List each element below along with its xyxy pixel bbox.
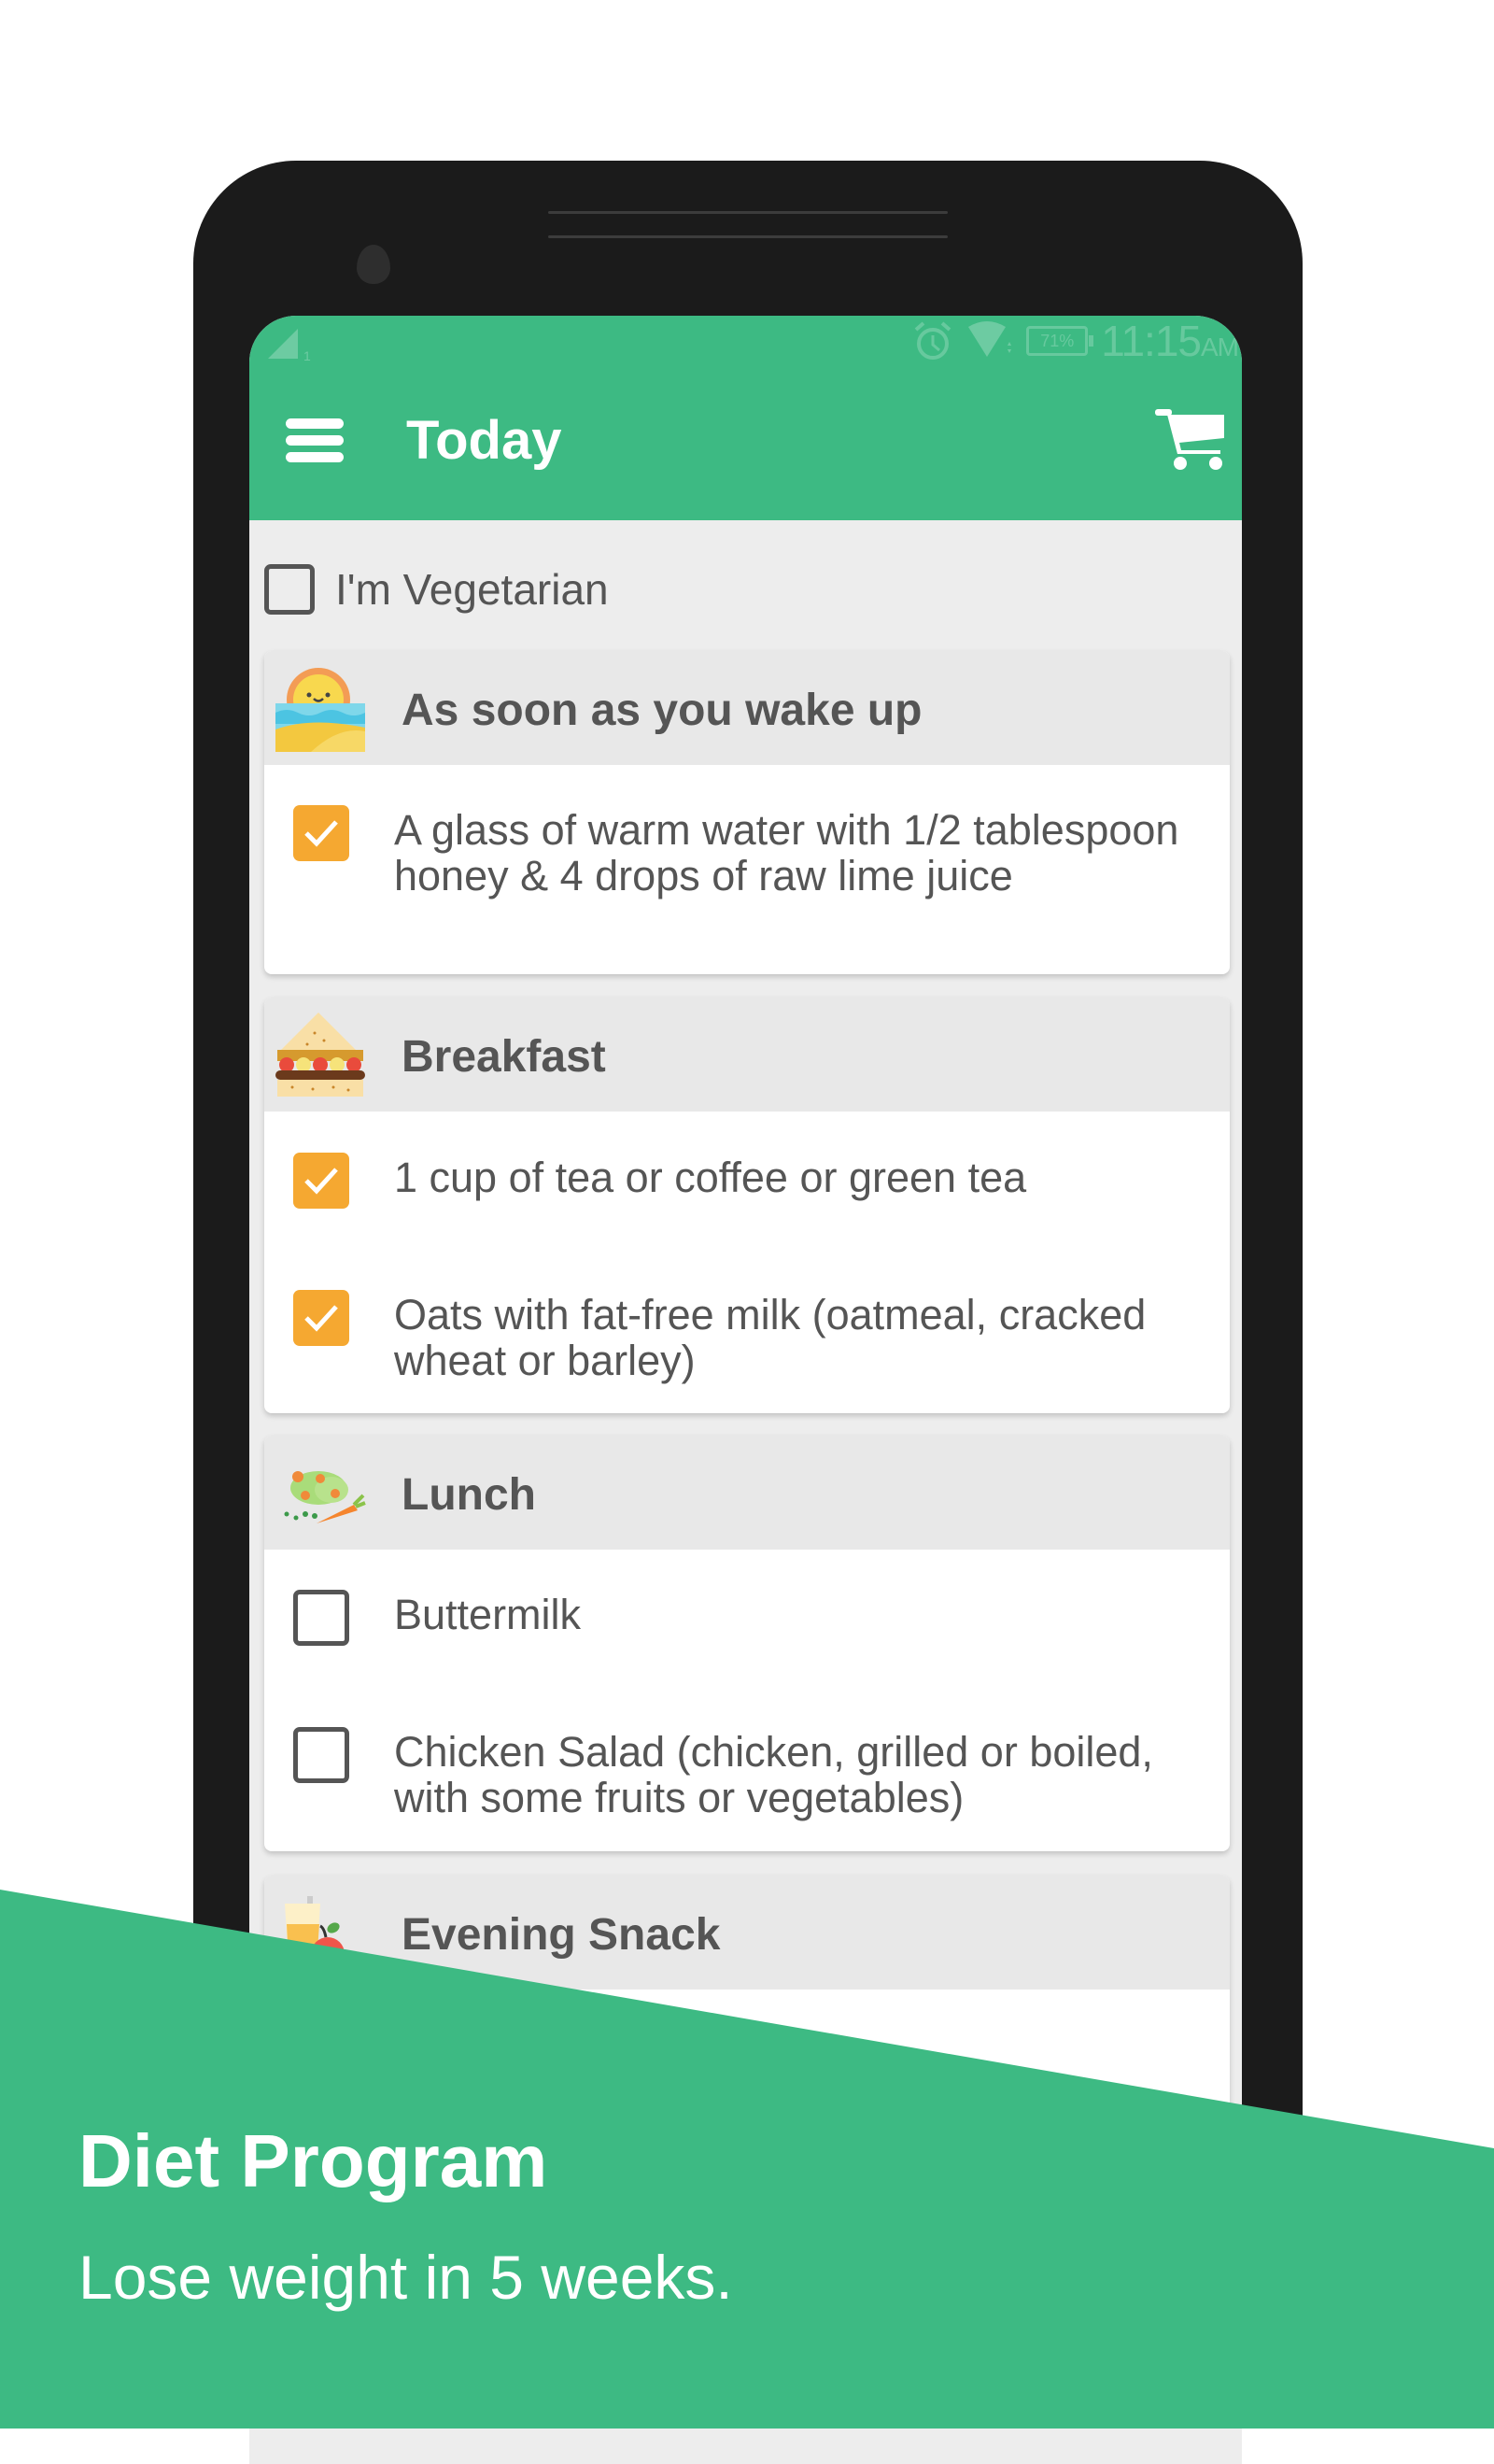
- promo-subtitle: Lose weight in 5 weeks.: [78, 2243, 733, 2312]
- promo-title: Diet Program: [78, 2119, 548, 2202]
- promo-banner-shape: [0, 1890, 1494, 2429]
